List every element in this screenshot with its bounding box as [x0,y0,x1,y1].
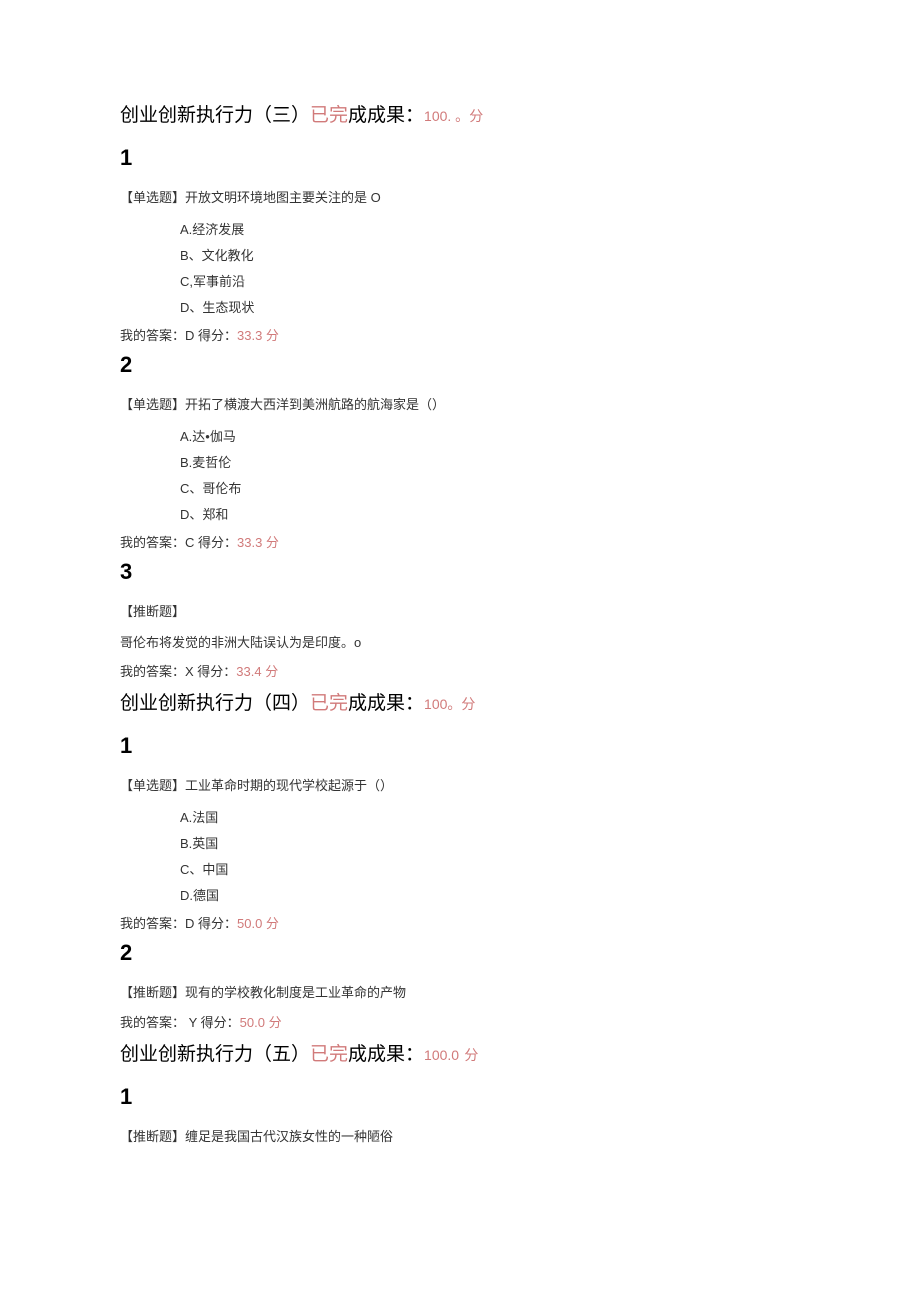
result-label: 成成果： [348,1044,424,1065]
question-type-label: 【推断题】 [120,985,185,1000]
answer-prefix: 我的答案：D 得分： [120,916,237,931]
question-stem: 【单选题】开放文明环境地图主要关注的是 O [120,187,800,209]
question-number: 2 [120,352,800,378]
answer-line: 我的答案：D 得分：50.0 分 [120,913,800,932]
score-value: 100.0 [424,1047,459,1063]
answer-score: 50.0 分 [240,1015,282,1030]
option-b: B.英国 [180,831,800,857]
question-stem: 【单选题】工业革命时期的现代学校起源于（） [120,775,800,797]
result-label: 成成果： [348,105,424,126]
answer-score: 33.3 分 [237,535,279,550]
question-number: 1 [120,733,800,759]
fen-label: 分 [469,108,483,124]
section-title-5: 创业创新执行力（五）已完成成果：100.0 分 [120,1039,800,1066]
section-title-3: 创业创新执行力（三）已完成成果：100. 。分 [120,100,800,127]
answer-score: 33.4 分 [236,664,278,679]
score-value: 100. 。 [424,108,469,124]
question-text: 缠足是我国古代汉族女性的一种陋俗 [185,1129,393,1144]
question-type-label: 【推断题】 [120,1129,185,1144]
answer-score: 33.3 分 [237,328,279,343]
fen-label: 分 [461,696,475,712]
question-stem: 【推断题】现有的学校教化制度是工业革命的产物 [120,982,800,1004]
question-stem: 【推断题】缠足是我国古代汉族女性的一种陋俗 [120,1126,800,1148]
title-prefix: 创业创新执行力（五） [120,1044,310,1065]
option-d: D、生态现状 [180,295,800,321]
option-c: C、中国 [180,857,800,883]
option-c: C、哥伦布 [180,476,800,502]
option-d: D.德国 [180,883,800,909]
answer-line: 我的答案： Y 得分：50.0 分 [120,1012,800,1031]
completed-label: 已完 [310,693,348,714]
question-type-label: 【推断题】 [120,601,800,623]
question-text: 现有的学校教化制度是工业革命的产物 [185,985,406,1000]
option-d: D、郑和 [180,502,800,528]
answer-prefix: 我的答案：D 得分： [120,328,237,343]
fen-label: 分 [464,1047,478,1063]
section-title-4: 创业创新执行力（四）已完成成果：100。分 [120,688,800,715]
result-label: 成成果： [348,693,424,714]
question-number: 1 [120,145,800,171]
question-stem: 【单选题】开拓了横渡大西洋到美洲航路的航海家是（） [120,394,800,416]
score-value: 100。 [424,696,461,712]
question-text: 开拓了横渡大西洋到美洲航路的航海家是（） [185,397,445,412]
answer-line: 我的答案：X 得分：33.4 分 [120,661,800,680]
question-text: 开放文明环境地图主要关注的是 O [185,190,381,205]
answer-prefix: 我的答案：C 得分： [120,535,237,550]
title-prefix: 创业创新执行力（四） [120,693,310,714]
completed-label: 已完 [310,1044,348,1065]
option-b: B.麦哲伦 [180,450,800,476]
answer-score: 50.0 分 [237,916,279,931]
question-type-label: 【单选题】 [120,778,185,793]
judgment-text: 哥伦布将发觉的非洲大陆误认为是印度。o [120,631,800,654]
answer-line: 我的答案：C 得分：33.3 分 [120,532,800,551]
question-number: 3 [120,559,800,585]
question-type-label: 【单选题】 [120,190,185,205]
completed-label: 已完 [310,105,348,126]
answer-prefix: 我的答案： Y 得分： [120,1015,240,1030]
question-text: 工业革命时期的现代学校起源于（） [185,778,393,793]
question-number: 2 [120,940,800,966]
option-a: A.经济发展 [180,217,800,243]
option-b: B、文化教化 [180,243,800,269]
option-c: C,军事前沿 [180,269,800,295]
answer-line: 我的答案：D 得分：33.3 分 [120,325,800,344]
question-number: 1 [120,1084,800,1110]
question-type-label: 【单选题】 [120,397,185,412]
answer-prefix: 我的答案：X 得分： [120,664,236,679]
option-a: A.达•伽马 [180,424,800,450]
title-prefix: 创业创新执行力（三） [120,105,310,126]
option-a: A.法国 [180,805,800,831]
